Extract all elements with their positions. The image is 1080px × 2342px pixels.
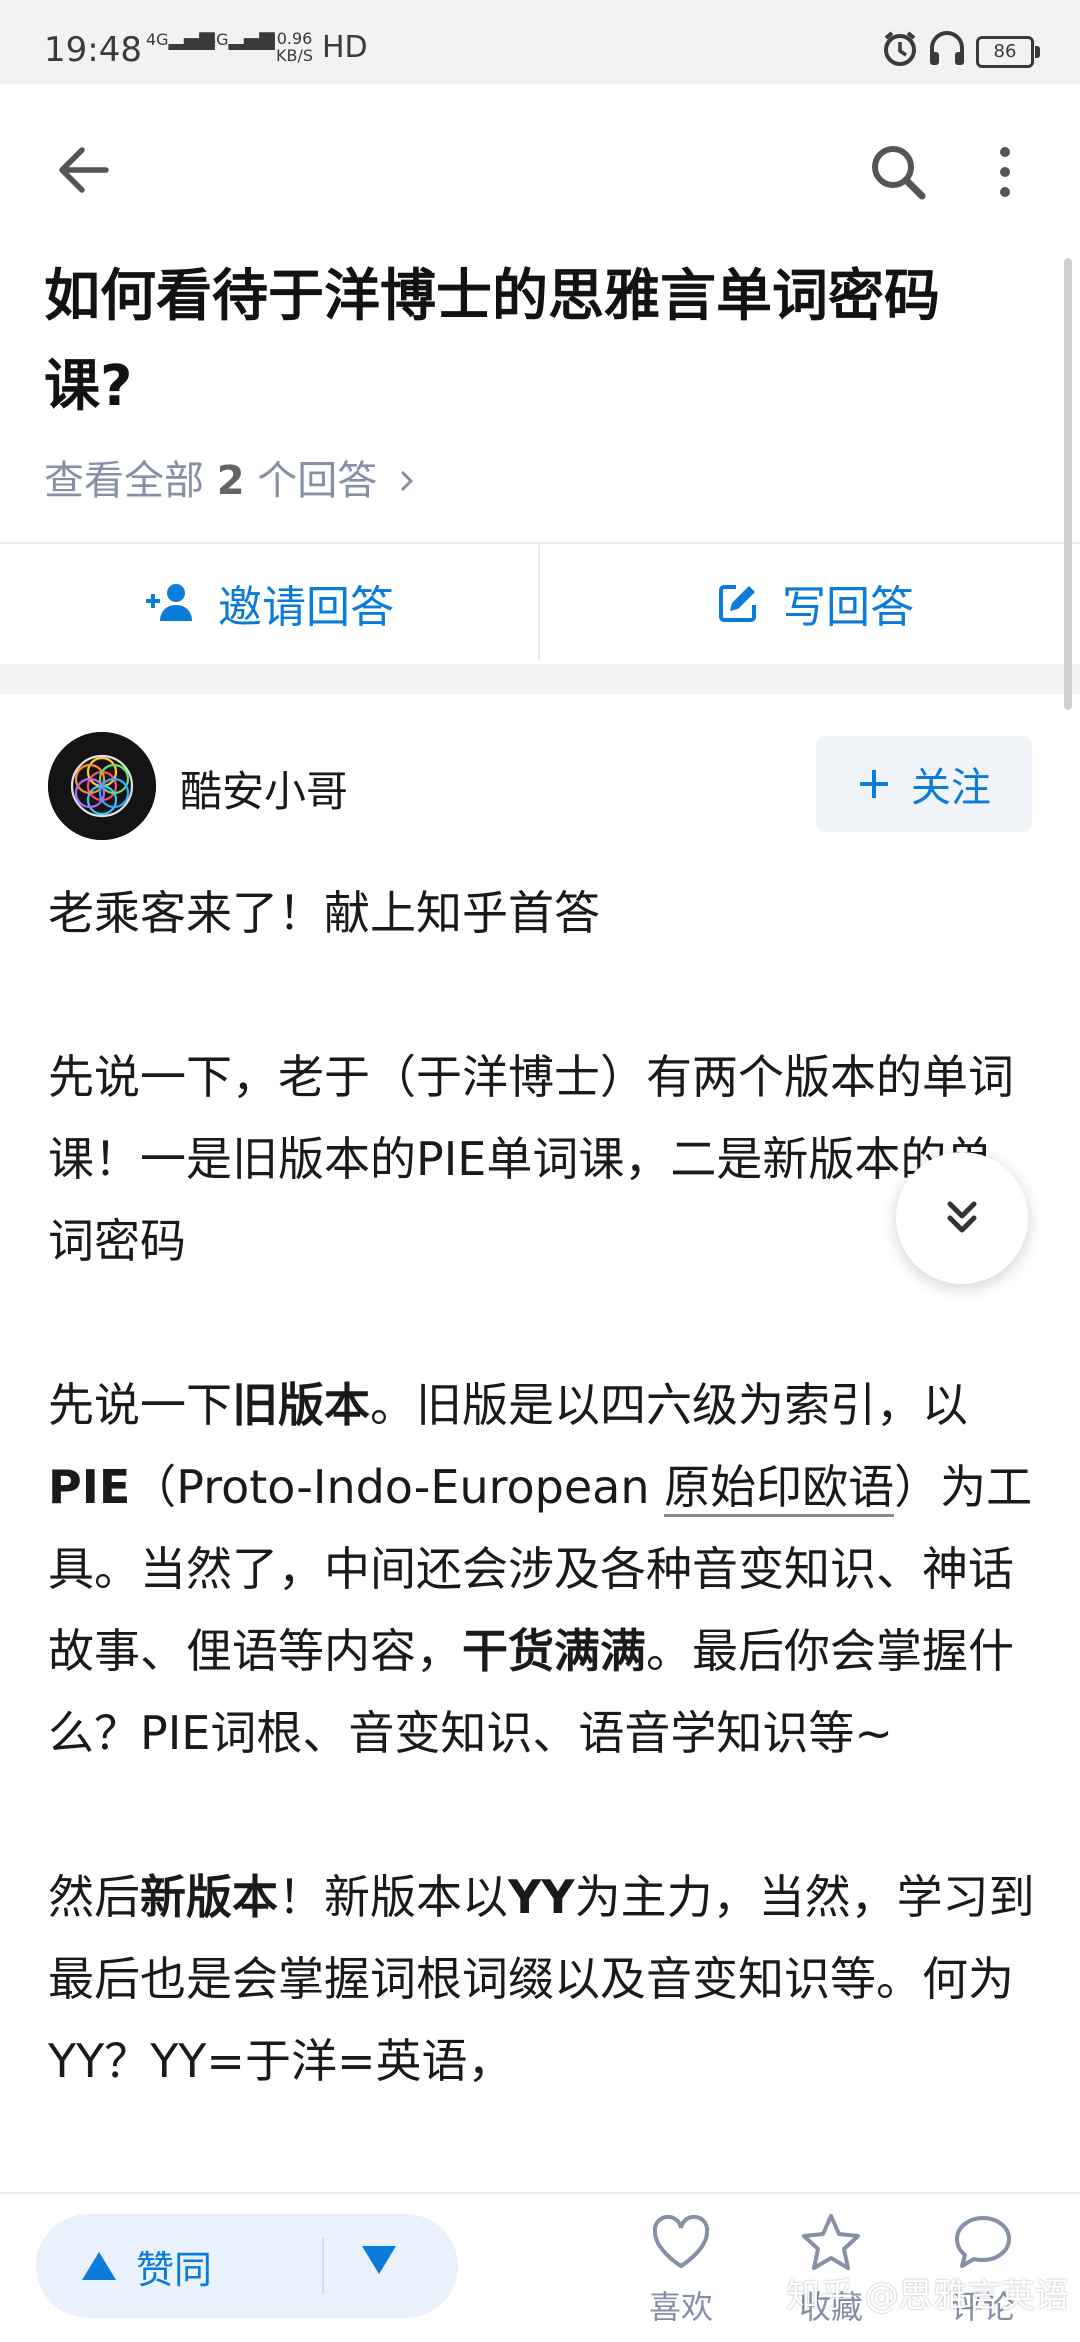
text-run: 先说一下 xyxy=(48,1378,232,1432)
write-answer-button[interactable]: 写回答 xyxy=(716,568,914,638)
answer-paragraph: 然后新版本！新版本以YY为主力，当然，学习到最后也是会掌握词根词缀以及音变知识等… xyxy=(48,1856,1038,2102)
net-speed-unit: KB/S xyxy=(276,46,314,65)
upvote-button[interactable]: 赞同 xyxy=(80,2236,212,2296)
question-title[interactable]: 如何看待于洋博士的思雅言单词密码课? xyxy=(44,252,1024,432)
watermark: 知乎 @思雅言英语 xyxy=(786,2276,1069,2316)
heart-icon xyxy=(652,2214,710,2269)
signal-icon: 4G▂▄▆ xyxy=(146,26,215,50)
triangle-down-icon xyxy=(362,2246,396,2274)
view-all-answers-link[interactable]: 查看全部 2 个回答 xyxy=(44,448,418,506)
answer-paragraph: 老乘客来了！献上知乎首答 xyxy=(48,886,600,940)
status-time: 19:48 xyxy=(44,30,142,70)
headset-icon xyxy=(926,28,968,72)
inline-link[interactable]: 原始印欧语 xyxy=(664,1460,895,1517)
hd-indicator: HD xyxy=(322,30,368,65)
double-chevron-down-icon xyxy=(947,1201,977,1233)
like-button[interactable]: 喜欢 xyxy=(626,2212,736,2328)
star-icon xyxy=(802,2214,860,2270)
write-answer-label: 写回答 xyxy=(782,582,914,633)
author-name[interactable]: 酷安小哥 xyxy=(180,758,348,819)
downvote-button[interactable] xyxy=(360,2244,398,2280)
upvote-label: 赞同 xyxy=(136,2247,213,2292)
like-label: 喜欢 xyxy=(648,2288,713,2326)
section-separator xyxy=(0,664,1080,694)
text-run: （Proto-Indo-European xyxy=(130,1460,665,1514)
add-user-icon xyxy=(146,584,192,621)
arrow-left-icon xyxy=(59,147,109,193)
alarm-icon xyxy=(880,28,920,72)
battery-level: 86 xyxy=(993,41,1017,62)
invite-answer-label: 邀请回答 xyxy=(218,582,394,633)
signal-label: 4G xyxy=(146,30,169,49)
flower-of-life-avatar-icon xyxy=(48,732,156,840)
follow-button[interactable]: 关注 xyxy=(816,736,1032,832)
vote-divider xyxy=(322,2238,324,2294)
text-run: 然后 xyxy=(48,1870,140,1924)
triangle-up-icon xyxy=(82,2252,116,2280)
bold-text: 旧版本 xyxy=(232,1378,370,1432)
bold-text: 干货满满 xyxy=(462,1624,646,1678)
battery-icon: 86 xyxy=(976,36,1040,68)
more-vertical-icon xyxy=(1000,147,1010,197)
scrollbar[interactable] xyxy=(1064,258,1072,710)
comment-bubble-icon xyxy=(955,2216,1011,2268)
search-icon xyxy=(872,146,926,200)
signal-label: 4G xyxy=(206,30,229,49)
back-button[interactable] xyxy=(52,138,116,202)
divider xyxy=(0,542,1080,544)
follow-label: 关注 xyxy=(911,765,991,811)
answer-paragraph: 先说一下，老于（于洋博士）有两个版本的单词课！一是旧版本的PIE单词课，二是新版… xyxy=(48,1050,1014,1268)
plus-icon xyxy=(860,770,888,798)
text-run: ！新版本以 xyxy=(278,1870,508,1924)
invite-answer-button[interactable]: 邀请回答 xyxy=(144,568,394,638)
bold-text: PIE xyxy=(48,1460,131,1514)
view-all-suffix: 个回答 xyxy=(257,458,378,504)
bold-text: YY xyxy=(508,1870,575,1924)
signal-icon: 4G▂▄▆ xyxy=(206,26,275,50)
answer-paragraph: 先说一下旧版本。旧版是以四六级为索引，以 PIE（Proto-Indo-Europ… xyxy=(48,1364,1038,1774)
net-speed: 0.96 KB/S xyxy=(276,30,313,64)
text-run: 。旧版是以四六级为索引，以 xyxy=(370,1378,968,1432)
expand-button[interactable] xyxy=(896,1152,1028,1284)
bold-text: 新版本 xyxy=(140,1870,278,1924)
view-all-prefix: 查看全部 xyxy=(44,458,204,504)
answer-body: 老乘客来了！献上知乎首答 先说一下，老于（于洋博士）有两个版本的单词课！一是旧版… xyxy=(48,872,1038,2102)
action-divider xyxy=(538,545,540,661)
avatar[interactable] xyxy=(48,732,156,840)
search-button[interactable] xyxy=(866,140,930,204)
chevron-right-icon xyxy=(400,470,414,492)
more-options-button[interactable] xyxy=(990,140,1020,204)
edit-icon xyxy=(719,585,756,622)
status-bar: 19:48 4G▂▄▆ 4G▂▄▆ 0.96 KB/S HD 86 xyxy=(0,0,1080,84)
answer-count: 2 xyxy=(216,458,245,504)
